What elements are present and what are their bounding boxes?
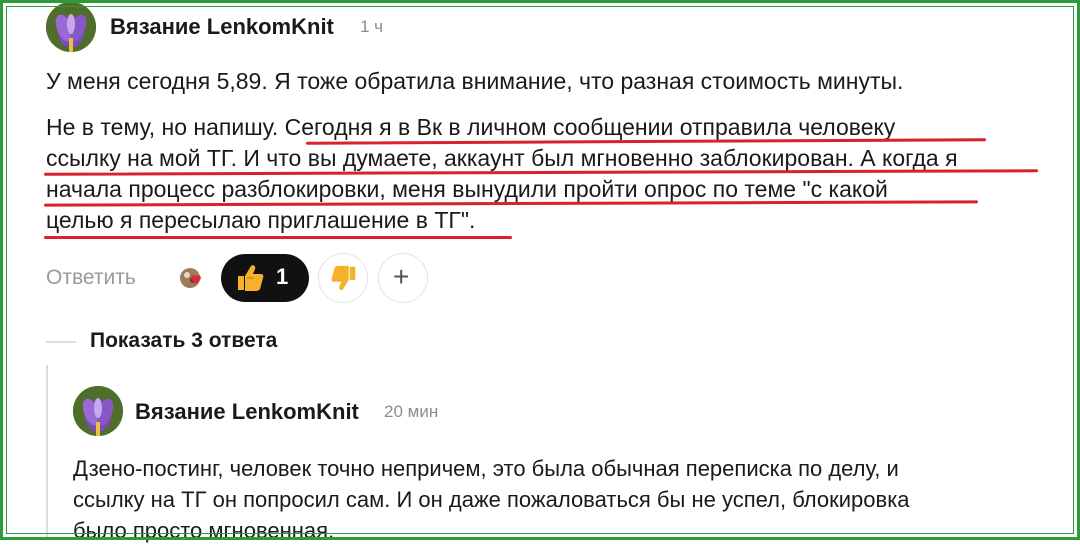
dislike-button[interactable] — [318, 253, 368, 303]
reply-line-3: было просто мгновенная. — [73, 518, 335, 543]
reply-button[interactable]: Ответить — [46, 266, 136, 290]
comment-paragraph-2-line-1: Не в тему, но напишу. Сегодня я в Вк в л… — [46, 114, 896, 140]
thread-line — [46, 365, 48, 540]
crocus-icon — [46, 2, 96, 52]
reaction-emoji-icon[interactable] — [178, 264, 208, 292]
author-name[interactable]: Вязание LenkomKnit — [110, 14, 334, 40]
like-count: 1 — [276, 264, 289, 289]
comment-paragraph-1: У меня сегодня 5,89. Я тоже обратила вни… — [46, 68, 904, 94]
crocus-icon — [73, 386, 123, 436]
thumbs-down-icon — [331, 265, 356, 291]
show-replies-button[interactable]: Показать 3 ответа — [90, 329, 277, 353]
reply-line-1: Дзено-постинг, человек точно непричем, э… — [73, 456, 899, 481]
reply-author-name[interactable]: Вязание LenkomKnit — [135, 399, 359, 425]
comment-time: 1 ч — [360, 17, 384, 36]
highlight-underline-4 — [44, 236, 512, 239]
reply-line-2: ссылку на ТГ он попросил сам. И он даже … — [73, 487, 910, 512]
reply-time: 20 мин — [384, 402, 439, 421]
reply-author-avatar[interactable] — [73, 386, 123, 436]
comment-paragraph-2-line-3: начала процесс разблокировки, меня вынуд… — [46, 176, 888, 202]
thread-connector — [46, 341, 76, 343]
comment-paragraph-2-line-2: ссылку на мой ТГ. И что вы думаете, акка… — [46, 145, 958, 171]
author-avatar[interactable] — [46, 2, 96, 52]
comment-paragraph-2-line-4: целью я пересылаю приглашение в ТГ". — [46, 207, 476, 233]
thumbs-up-icon — [238, 265, 264, 291]
plus-icon: + — [393, 261, 410, 292]
